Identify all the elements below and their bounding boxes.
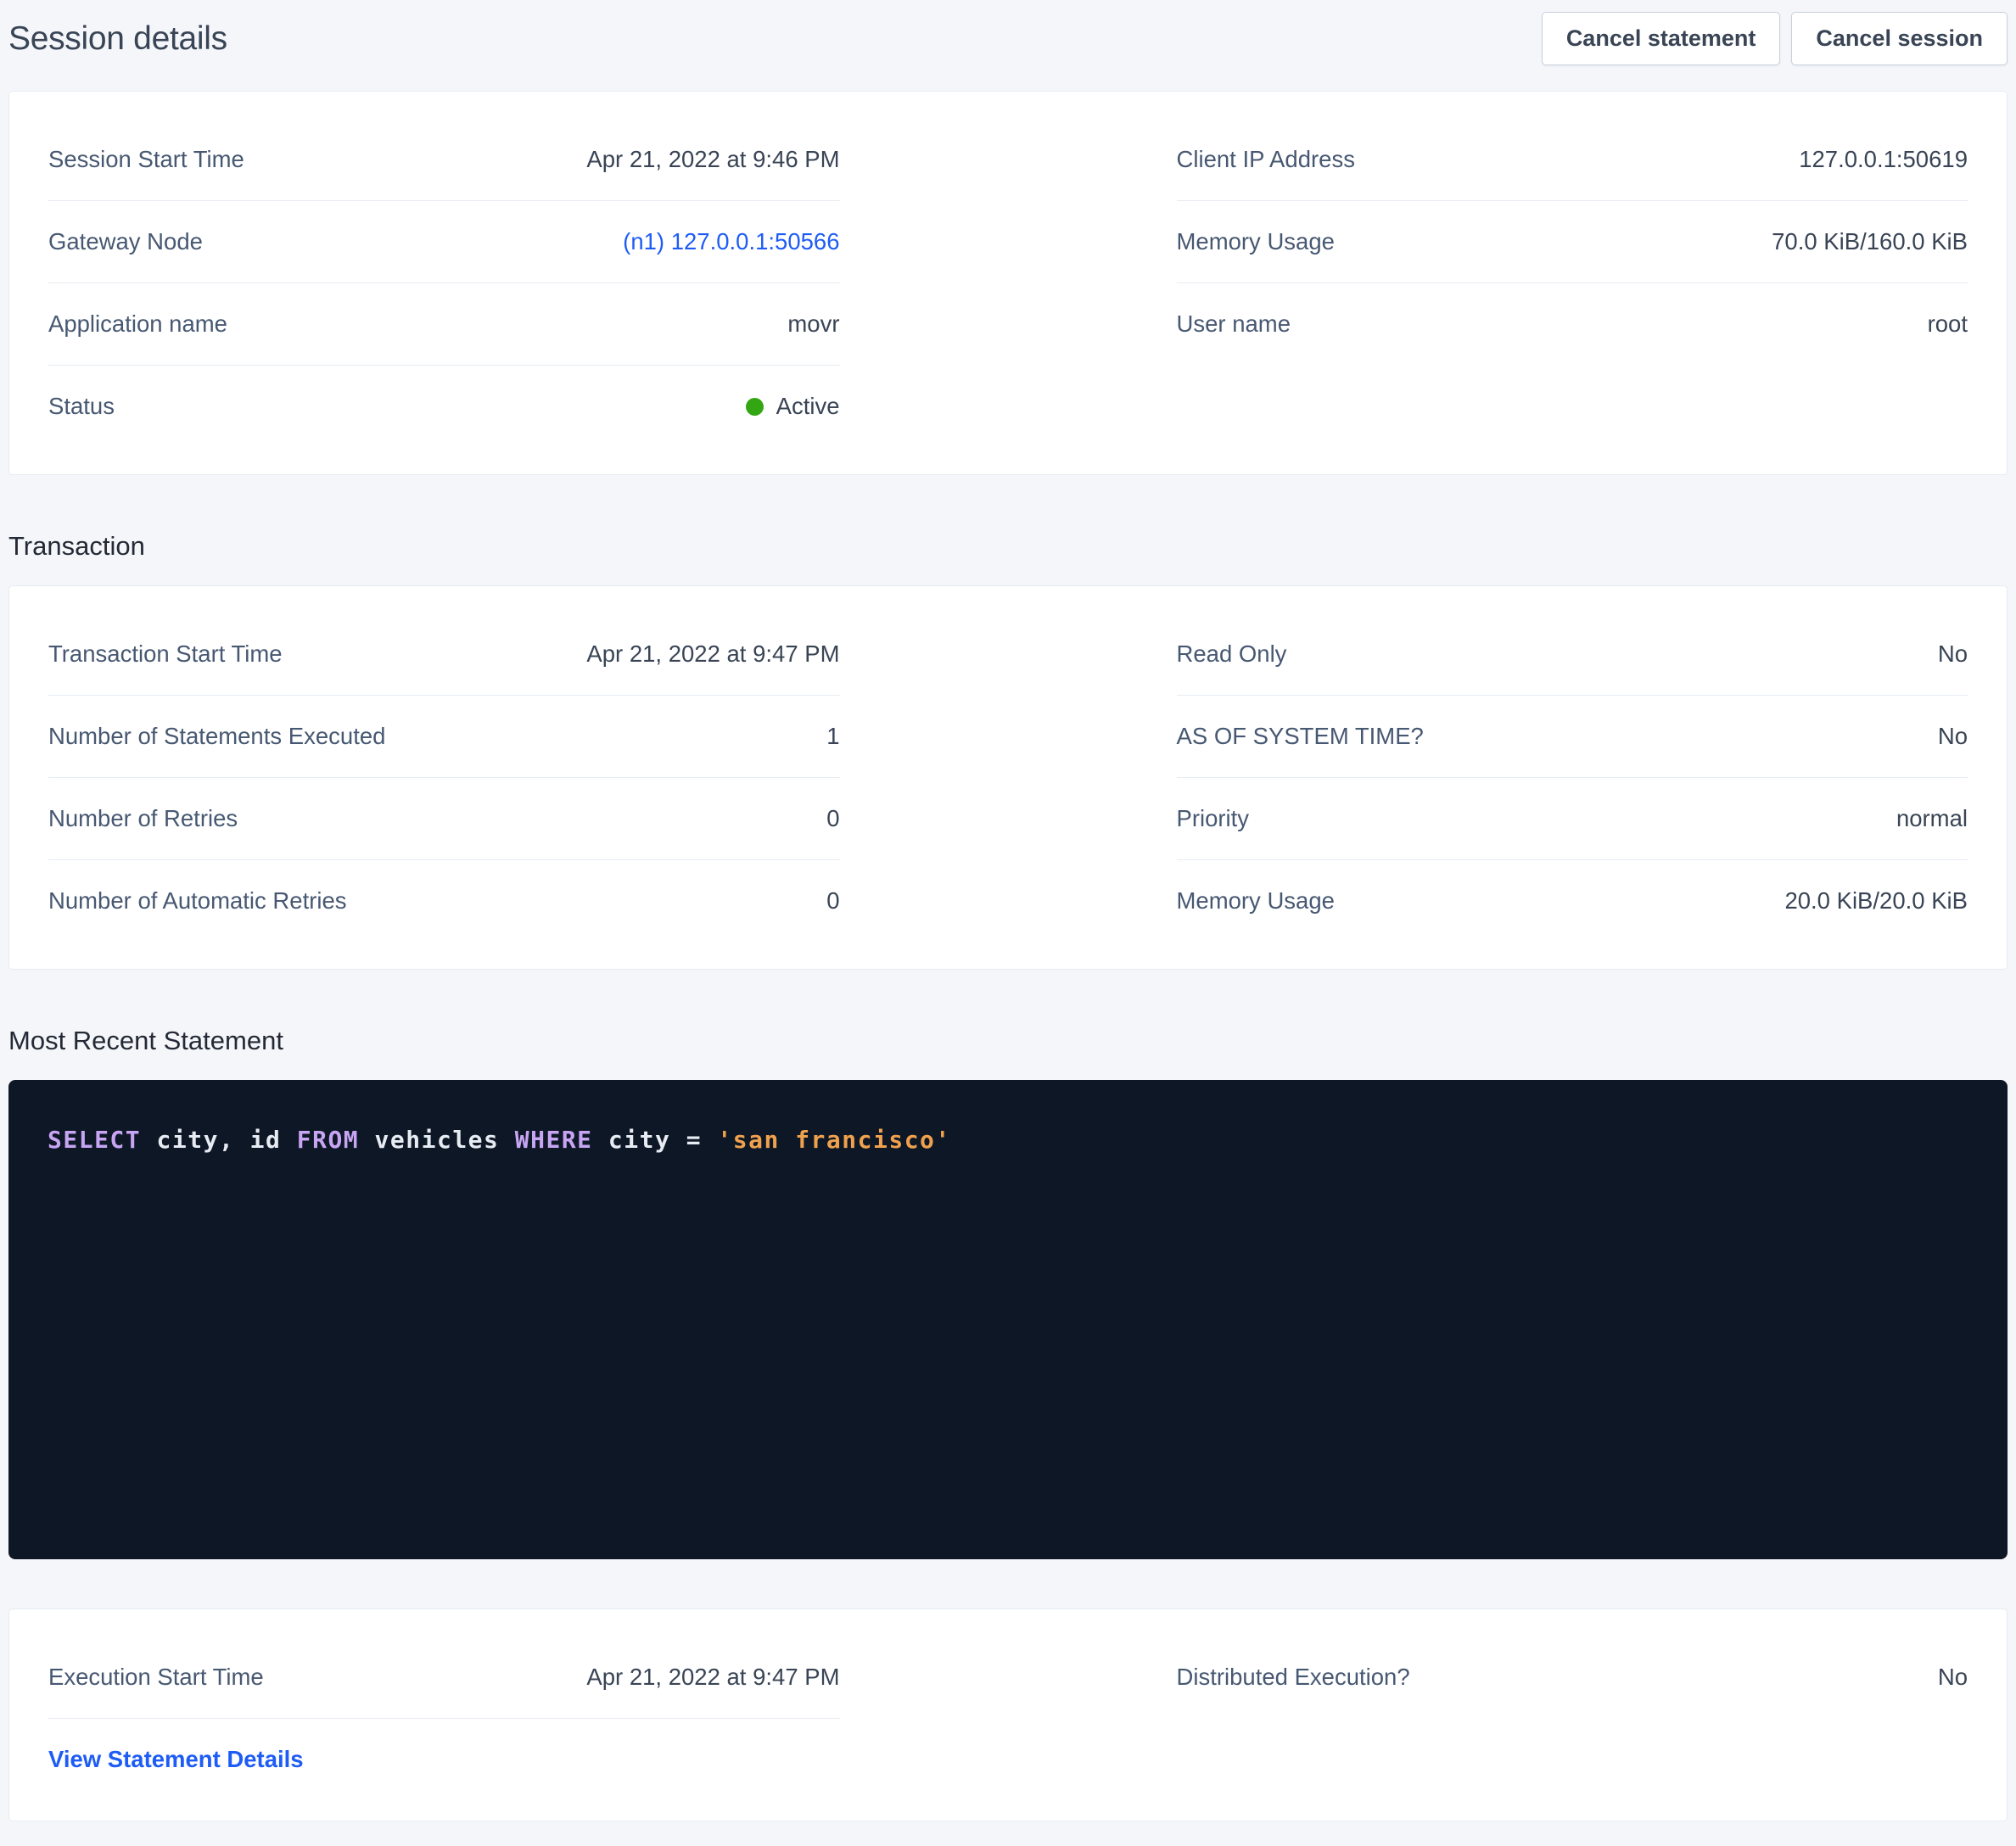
row-label: Memory Usage [1177,228,1335,255]
execution-right-column: Distributed Execution? No [1177,1636,1968,1718]
row-value: Apr 21, 2022 at 9:46 PM [586,146,839,173]
row-label: Distributed Execution? [1177,1664,1410,1691]
row-value: 0 [826,887,839,915]
gateway-node-row: Gateway Node (n1) 127.0.0.1:50566 [48,201,840,283]
sql-token-keyword: FROM [297,1126,359,1154]
sql-token-plain: city, id [141,1126,297,1154]
row-value: No [1938,641,1968,668]
row-value: 0 [826,805,839,832]
view-statement-details-row: View Statement Details [48,1719,840,1800]
row-value: Apr 21, 2022 at 9:47 PM [586,1664,839,1691]
automatic-retries-row: Number of Automatic Retries 0 [48,860,840,942]
row-label: Client IP Address [1177,146,1355,173]
transaction-right-column: Read Only No AS OF SYSTEM TIME? No Prior… [1177,613,1968,942]
transaction-card: Transaction Start Time Apr 21, 2022 at 9… [8,585,2008,970]
client-ip-row: Client IP Address 127.0.0.1:50619 [1177,119,1968,201]
transaction-start-time-row: Transaction Start Time Apr 21, 2022 at 9… [48,613,840,696]
status-value: Active [776,393,840,420]
view-statement-details-link[interactable]: View Statement Details [48,1746,304,1773]
execution-start-time-row: Execution Start Time Apr 21, 2022 at 9:4… [48,1636,840,1719]
page-header: Session details Cancel statement Cancel … [8,12,2008,65]
row-label: AS OF SYSTEM TIME? [1177,723,1424,750]
most-recent-statement-heading: Most Recent Statement [8,1026,2008,1056]
session-summary-left-column: Session Start Time Apr 21, 2022 at 9:46 … [48,119,840,447]
row-label: Transaction Start Time [48,641,283,668]
transaction-heading: Transaction [8,531,2008,562]
cancel-session-button[interactable]: Cancel session [1791,12,2008,65]
row-value: root [1928,310,1968,338]
row-value: movr [787,310,839,338]
row-label: Execution Start Time [48,1664,264,1691]
row-value: normal [1896,805,1968,832]
application-name-row: Application name movr [48,283,840,366]
row-value: Apr 21, 2022 at 9:47 PM [586,641,839,668]
sql-code-block: SELECT city, id FROM vehicles WHERE city… [8,1080,2008,1559]
session-memory-usage-row: Memory Usage 70.0 KiB/160.0 KiB [1177,201,1968,283]
session-start-time-row: Session Start Time Apr 21, 2022 at 9:46 … [48,119,840,201]
row-label: Number of Automatic Retries [48,887,347,915]
row-label: Number of Retries [48,805,238,832]
row-value: 20.0 KiB/20.0 KiB [1784,887,1968,915]
row-value: 70.0 KiB/160.0 KiB [1772,228,1968,255]
sql-statement: SELECT city, id FROM vehicles WHERE city… [48,1126,1968,1154]
number-of-retries-row: Number of Retries 0 [48,778,840,860]
row-label: Read Only [1177,641,1287,668]
distributed-execution-row: Distributed Execution? No [1177,1636,1968,1718]
sql-token-plain: vehicles [359,1126,515,1154]
priority-row: Priority normal [1177,778,1968,860]
session-details-page: Session details Cancel statement Cancel … [0,0,2016,1821]
row-label: Status [48,393,115,420]
row-value: No [1938,723,1968,750]
as-of-system-time-row: AS OF SYSTEM TIME? No [1177,696,1968,778]
row-label: Gateway Node [48,228,203,255]
row-label: Session Start Time [48,146,244,173]
status-badge: Active [746,393,840,420]
read-only-row: Read Only No [1177,613,1968,696]
execution-card: Execution Start Time Apr 21, 2022 at 9:4… [8,1608,2008,1821]
page-title: Session details [8,20,227,58]
session-summary-card: Session Start Time Apr 21, 2022 at 9:46 … [8,91,2008,475]
row-label: Priority [1177,805,1250,832]
header-actions: Cancel statement Cancel session [1542,12,2008,65]
sql-token-keyword: WHERE [515,1126,593,1154]
active-status-dot-icon [746,398,764,416]
row-label: Application name [48,310,227,338]
statements-executed-row: Number of Statements Executed 1 [48,696,840,778]
transaction-left-column: Transaction Start Time Apr 21, 2022 at 9… [48,613,840,942]
user-name-row: User name root [1177,283,1968,365]
transaction-memory-usage-row: Memory Usage 20.0 KiB/20.0 KiB [1177,860,1968,942]
sql-token-string: 'san francisco' [717,1126,950,1154]
row-label: Memory Usage [1177,887,1335,915]
sql-token-keyword: SELECT [48,1126,141,1154]
execution-left-column: Execution Start Time Apr 21, 2022 at 9:4… [48,1636,840,1800]
row-value: 127.0.0.1:50619 [1799,146,1968,173]
gateway-node-link[interactable]: (n1) 127.0.0.1:50566 [623,228,839,255]
row-label: User name [1177,310,1291,338]
row-value: No [1938,1664,1968,1691]
sql-token-plain: city = [593,1126,718,1154]
session-summary-right-column: Client IP Address 127.0.0.1:50619 Memory… [1177,119,1968,365]
cancel-statement-button[interactable]: Cancel statement [1542,12,1781,65]
status-row: Status Active [48,366,840,447]
row-label: Number of Statements Executed [48,723,385,750]
row-value: 1 [826,723,839,750]
